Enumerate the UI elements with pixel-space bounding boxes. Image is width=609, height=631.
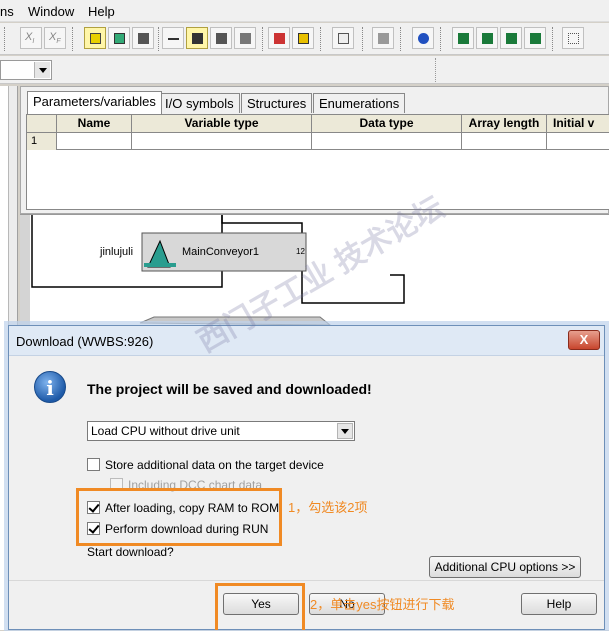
trend4-icon[interactable] [524,27,546,49]
parameters-icon[interactable] [268,27,290,49]
column-header-array-length[interactable]: Array length [462,115,547,133]
table-header: Name Variable type Data type Array lengt… [27,115,609,133]
info-icon: i [34,371,66,403]
toolbar-separator [400,27,402,51]
move-icon[interactable] [210,27,232,49]
menu-item-help[interactable]: Help [88,4,115,19]
trend1-icon[interactable] [452,27,474,49]
trend3-icon[interactable] [500,27,522,49]
block-number: 12 [296,247,305,256]
cell-data-type[interactable] [312,133,462,150]
function-block-partial [139,316,332,326]
annotation-step1: 1，勾选该2项 [288,500,368,515]
menu-item-window[interactable]: Window [28,4,74,19]
load-mode-value: Load CPU without drive unit [91,424,240,438]
help-button[interactable]: Help [521,593,597,615]
column-header-data-type[interactable]: Data type [312,115,462,133]
block-icon[interactable] [84,27,106,49]
start-download-prompt: Start download? [87,545,174,559]
lock-icon[interactable] [372,27,394,49]
block-label: jinlujuli [100,246,134,258]
toolbar-separator [552,27,554,51]
xf-icon[interactable]: XF [44,27,66,49]
toolbar-separator [262,27,264,51]
cell-initial-value[interactable] [547,133,609,150]
checkbox-label: Store additional data on the target devi… [105,458,324,472]
tab-enumerations[interactable]: Enumerations [313,93,406,113]
view-combo[interactable] [0,60,52,80]
annotation-step2: 2，单击yes按钮进行下载 [310,597,455,612]
chart-icon[interactable] [234,27,256,49]
close-icon: X [579,332,589,347]
upload-icon[interactable] [292,27,314,49]
tab-parameters-variables[interactable]: Parameters/variables [27,91,162,114]
xi-icon[interactable]: XI [20,27,42,49]
toolbar-separator [320,27,322,51]
cell-variable-type[interactable] [132,133,312,150]
annotation-highlight-yes [215,583,305,630]
download-dialog: Download (WWBS:926) X i The project will… [8,325,605,630]
tab-io-symbols[interactable]: I/O symbols [159,93,240,113]
variables-table: Name Variable type Data type Array lengt… [26,114,609,210]
interface-editor: Parameters/variables I/O symbols Structu… [20,86,609,214]
toolbar-area [58,58,436,82]
dialog-titlebar[interactable]: Download (WWBS:926) X [9,326,604,356]
secondary-toolbar [0,56,609,84]
checkbox-box[interactable] [87,458,100,471]
row-number: 1 [27,133,57,150]
column-header-name[interactable]: Name [57,115,132,133]
dialog-message: The project will be saved and downloaded… [87,381,372,397]
toolbar-separator [4,27,6,51]
toolbar-separator [362,27,364,51]
toolbar-separator [72,27,74,51]
menu-item-view[interactable]: ns [0,4,14,19]
cell-array-length[interactable] [462,133,547,150]
compare-icon[interactable] [132,27,154,49]
tab-structures[interactable]: Structures [241,93,313,113]
dialog-title: Download (WWBS:926) [16,334,154,349]
cell-name[interactable] [57,133,132,150]
column-header-initial-value[interactable]: Initial v [547,115,609,133]
toolbar-separator [158,27,160,51]
test-mode-icon[interactable] [412,27,434,49]
menu-bar: ns Window Help [0,0,609,22]
column-header-variable-type[interactable]: Variable type [132,115,312,133]
divider [9,580,604,581]
conveyor-icon-base [144,263,176,267]
load-mode-select[interactable]: Load CPU without drive unit [87,421,355,441]
table-row[interactable]: 1 [27,133,609,150]
row-number-header [27,115,57,133]
main-toolbar: XI XF [0,23,609,55]
block-name[interactable]: MainConveyor1 [182,246,259,258]
connect-icon[interactable] [162,27,184,49]
annotation-highlight-checkboxes [76,488,282,546]
trend2-icon[interactable] [476,27,498,49]
insert-block-icon[interactable] [186,27,208,49]
list-icon[interactable] [332,27,354,49]
close-button[interactable]: X [568,330,600,350]
toolbar-separator [440,27,442,51]
toolbar-area [444,58,609,82]
settings-grid-icon[interactable] [562,27,584,49]
chevron-down-icon[interactable] [337,423,353,439]
chevron-down-icon[interactable] [34,62,50,78]
additional-cpu-options-button[interactable]: Additional CPU options >> [429,556,581,578]
download-icon[interactable] [108,27,130,49]
